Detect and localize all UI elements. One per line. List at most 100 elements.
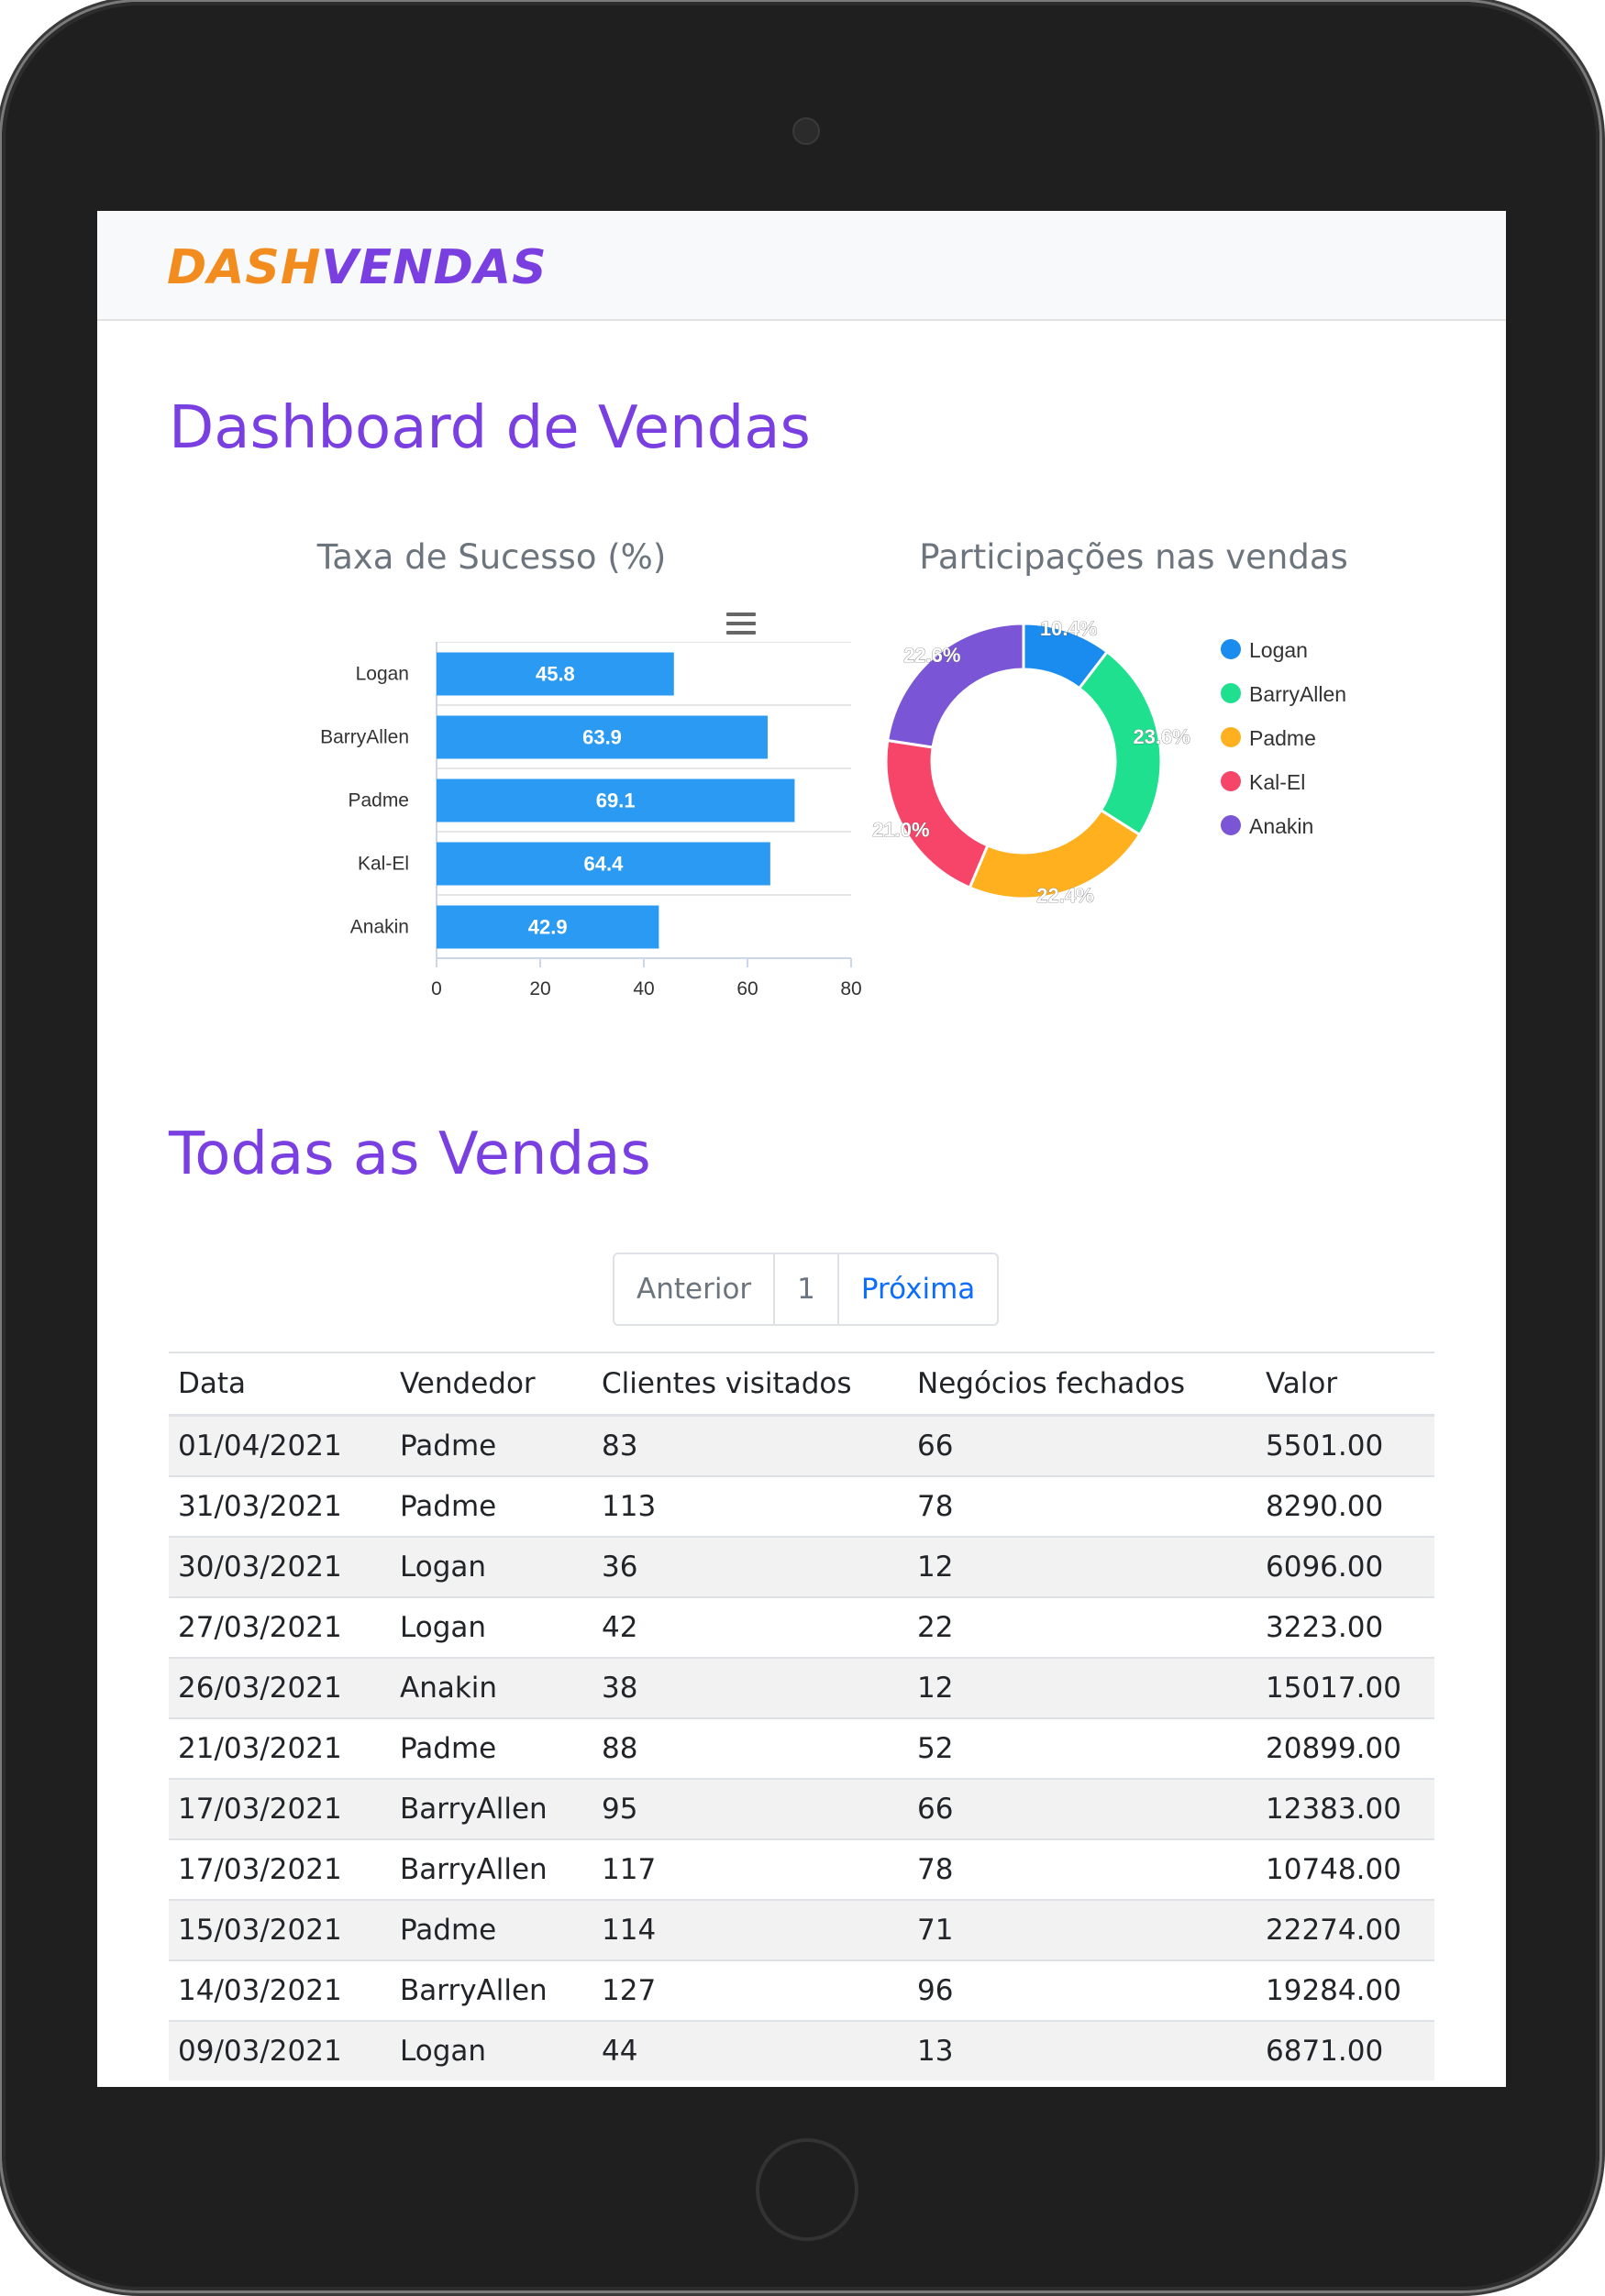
cell-valor: 22274.00 [1256, 1899, 1434, 1960]
cell-clientes: 44 [592, 2020, 908, 2081]
cell-clientes: 114 [592, 1899, 908, 1960]
cell-vendedor: BarryAllen [391, 1778, 592, 1839]
legend-label[interactable]: BarryAllen [1249, 682, 1346, 706]
cell-data: 01/04/2021 [169, 1414, 391, 1476]
cell-vendedor: BarryAllen [391, 1838, 592, 1900]
cell-data: 26/03/2021 [169, 1657, 391, 1718]
slice-data-label: 22.6% [903, 644, 960, 667]
x-tick-label: 80 [840, 978, 861, 999]
brand-logo[interactable]: DASHVENDAS [167, 240, 548, 295]
donut-slice[interactable] [884, 738, 990, 890]
table-row: 17/03/2021 BarryAllen 95 66 12383.00 [169, 1778, 1434, 1839]
slice-data-label: 23.6% [1133, 725, 1190, 748]
cell-vendedor: Logan [391, 2020, 592, 2081]
legend-label[interactable]: Padme [1249, 726, 1316, 750]
y-tick-label: Kal-El [358, 854, 409, 875]
menu-icon[interactable] [726, 613, 756, 636]
cell-data: 09/03/2021 [169, 2020, 391, 2081]
brand-logo-part2: VENDAS [321, 240, 548, 295]
cell-vendedor: Padme [391, 1475, 592, 1537]
table-row: 17/03/2021 BarryAllen 117 78 10748.00 [169, 1838, 1434, 1900]
home-button[interactable] [756, 2138, 858, 2241]
bar-data-label: 42.9 [528, 916, 568, 939]
cell-vendedor: Logan [391, 1536, 592, 1597]
cell-vendedor: BarryAllen [391, 1959, 592, 2021]
cell-data: 30/03/2021 [169, 1536, 391, 1597]
cell-valor: 3223.00 [1256, 1596, 1434, 1658]
table-header-row: Data Vendedor Clientes visitados Negócio… [169, 1352, 1434, 1417]
cell-negocios: 66 [908, 1778, 1256, 1839]
cell-vendedor: Logan [391, 1596, 592, 1658]
cell-negocios: 22 [908, 1596, 1256, 1658]
legend-label[interactable]: Kal-El [1249, 770, 1305, 794]
cell-clientes: 113 [592, 1475, 908, 1537]
cell-data: 15/03/2021 [169, 1899, 391, 1960]
donut-slice[interactable] [885, 622, 1025, 749]
bar-data-label: 64.4 [584, 853, 625, 876]
bar-data-label: 45.8 [536, 663, 575, 686]
cell-negocios: 96 [908, 1959, 1256, 2021]
legend-label[interactable]: Logan [1249, 638, 1308, 662]
table-row: 30/03/2021 Logan 36 12 6096.00 [169, 1536, 1434, 1597]
pagination-page-1[interactable]: 1 [775, 1254, 839, 1324]
cell-vendedor: Padme [391, 1899, 592, 1960]
cell-valor: 10748.00 [1256, 1838, 1434, 1900]
cell-negocios: 78 [908, 1838, 1256, 1900]
bar-chart: Logan 45.8 BarryAllen 63.9 Padme 69.1 Kal-El 64… [320, 642, 862, 999]
sales-section-title: Todas as Vendas [169, 1120, 651, 1188]
cell-data: 17/03/2021 [169, 1838, 391, 1900]
cell-valor: 6096.00 [1256, 1536, 1434, 1597]
table-row: 31/03/2021 Padme 113 78 8290.00 [169, 1475, 1434, 1537]
pagination-next-button[interactable]: Próxima [839, 1254, 997, 1324]
cell-clientes: 36 [592, 1536, 908, 1597]
legend-marker [1221, 771, 1241, 791]
cell-data: 27/03/2021 [169, 1596, 391, 1658]
cell-valor: 6871.00 [1256, 2020, 1434, 2081]
cell-negocios: 13 [908, 2020, 1256, 2081]
cell-clientes: 83 [592, 1414, 908, 1476]
cell-negocios: 52 [908, 1717, 1256, 1779]
cell-clientes: 88 [592, 1717, 908, 1779]
legend-marker [1221, 683, 1241, 703]
column-header-data[interactable]: Data [169, 1352, 391, 1417]
cell-data: 21/03/2021 [169, 1717, 391, 1779]
cell-vendedor: Anakin [391, 1657, 592, 1718]
pagination: Anterior 1 Próxima [613, 1253, 1000, 1326]
column-header-clientes[interactable]: Clientes visitados [592, 1352, 908, 1417]
tablet-frame: DASHVENDAS Dashboard de Vendas Taxa de S… [2, 2, 1599, 2290]
slice-data-label: 10.4% [1040, 617, 1097, 640]
cell-data: 14/03/2021 [169, 1959, 391, 2021]
table-row: 21/03/2021 Padme 88 52 20899.00 [169, 1717, 1434, 1779]
table-row: 26/03/2021 Anakin 38 12 15017.00 [169, 1657, 1434, 1718]
table-row: 15/03/2021 Padme 114 71 22274.00 [169, 1899, 1434, 1960]
cell-valor: 12383.00 [1256, 1778, 1434, 1839]
column-header-valor[interactable]: Valor [1256, 1352, 1434, 1417]
x-tick-label: 20 [529, 978, 550, 999]
x-tick-label: 60 [736, 978, 758, 999]
pagination-prev-button[interactable]: Anterior [614, 1254, 776, 1324]
cell-negocios: 66 [908, 1414, 1256, 1476]
cell-clientes: 38 [592, 1657, 908, 1718]
column-header-vendedor[interactable]: Vendedor [391, 1352, 592, 1417]
cell-valor: 19284.00 [1256, 1959, 1434, 2021]
y-tick-label: BarryAllen [320, 727, 409, 748]
cell-clientes: 127 [592, 1959, 908, 2021]
legend-label[interactable]: Anakin [1249, 814, 1313, 838]
bar-data-label: 69.1 [596, 789, 636, 812]
x-tick-label: 0 [431, 978, 442, 999]
table-row: 09/03/2021 Logan 44 13 6871.00 [169, 2020, 1434, 2081]
legend-marker [1221, 815, 1241, 835]
cell-valor: 8290.00 [1256, 1475, 1434, 1537]
column-header-negocios[interactable]: Negócios fechados [908, 1352, 1256, 1417]
cell-vendedor: Padme [391, 1717, 592, 1779]
cell-clientes: 42 [592, 1596, 908, 1658]
cell-vendedor: Padme [391, 1414, 592, 1476]
y-tick-label: Logan [356, 664, 409, 685]
slice-data-label: 22.4% [1036, 884, 1093, 907]
donut-chart: 10.4% 23.6% 22.4% 21.0% 22.6% Logan BarryAllen… [872, 617, 1346, 908]
sales-table-body: 01/04/2021 Padme 83 66 5501.00 31/03/2021 Padm… [169, 1414, 1434, 2081]
camera-icon [792, 117, 820, 145]
page-title: Dashboard de Vendas [169, 394, 811, 462]
cell-data: 31/03/2021 [169, 1475, 391, 1537]
cell-clientes: 95 [592, 1778, 908, 1839]
